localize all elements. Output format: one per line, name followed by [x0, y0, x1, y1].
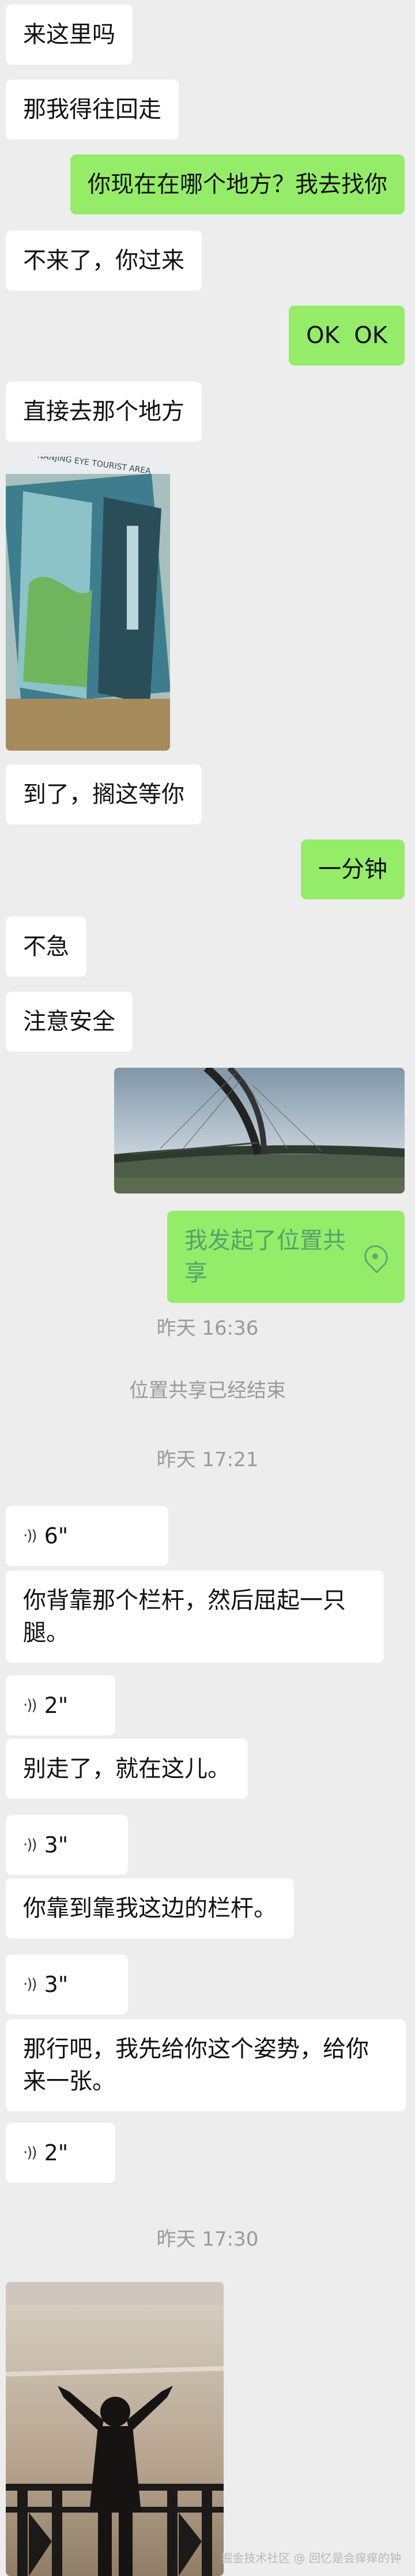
voice-duration: 2"	[44, 2140, 69, 2166]
incoming-message[interactable]: 直接去那个地方	[6, 382, 202, 442]
incoming-message[interactable]: 来这里吗	[6, 5, 133, 65]
incoming-message[interactable]: 注意安全	[6, 992, 133, 1052]
location-share-text: 我发起了位置共享	[184, 1227, 346, 1286]
voice-message[interactable]: ·)) 3"	[6, 1815, 128, 1875]
message-text: 不急	[23, 933, 69, 960]
voice-wave-icon: ·))	[23, 1976, 37, 1993]
photo-message[interactable]	[114, 1068, 405, 1193]
photo-map-sign	[6, 457, 170, 751]
outgoing-message[interactable]: OK OK	[289, 306, 405, 366]
message-text: 注意安全	[23, 1008, 115, 1035]
message-text: 你现在在哪个地方？我去找你	[88, 171, 387, 198]
voice-wave-icon: ·))	[23, 1697, 37, 1714]
location-pin-icon	[359, 1240, 393, 1274]
photo-silhouette	[6, 2282, 224, 2576]
message-text: 到了，搁这等你	[23, 781, 184, 808]
voice-wave-icon: ·))	[23, 1527, 37, 1545]
voice-wave-icon: ·))	[23, 1836, 37, 1854]
incoming-message[interactable]: 不急	[6, 917, 86, 977]
timestamp: 昨天 17:21	[156, 1448, 259, 1471]
incoming-message[interactable]: 那我得往回走	[6, 80, 179, 140]
system-notice: 位置共享已经结束	[129, 1379, 286, 1402]
incoming-message[interactable]: 别走了，就在这儿。	[6, 1739, 248, 1799]
incoming-message[interactable]: 那行吧，我先给你这个姿势，给你来一张。	[6, 2019, 406, 2111]
outgoing-message[interactable]: 你现在在哪个地方？我去找你	[70, 155, 405, 214]
incoming-message[interactable]: 你背靠那个栏杆，然后屈起一只腿。	[6, 1571, 384, 1663]
incoming-message[interactable]: 到了，搁这等你	[6, 764, 202, 824]
voice-wave-icon: ·))	[23, 2144, 37, 2161]
incoming-message[interactable]: 你靠到靠我这边的栏杆。	[6, 1878, 294, 1938]
timestamp: 昨天 17:30	[156, 2228, 259, 2251]
message-text: 那我得往回走	[23, 96, 161, 123]
message-text: 那行吧，我先给你这个姿势，给你来一张。	[23, 2036, 369, 2095]
watermark: 掘金技术社区 @ 回忆是会痒痒的钟	[221, 2551, 401, 2565]
location-share-message[interactable]: 我发起了位置共享	[167, 1211, 405, 1303]
voice-message[interactable]: ·)) 6"	[6, 1506, 168, 1566]
message-text: 你靠到靠我这边的栏杆。	[23, 1895, 277, 1922]
message-text: 直接去那个地方	[23, 398, 184, 425]
voice-duration: 3"	[44, 1972, 69, 1997]
voice-duration: 6"	[44, 1523, 69, 1549]
message-text: 来这里吗	[23, 21, 115, 48]
message-text: OK OK	[306, 322, 387, 349]
message-text: 别走了，就在这儿。	[23, 1756, 231, 1782]
outgoing-message[interactable]: 一分钟	[301, 839, 405, 899]
photo-bridge	[114, 1068, 405, 1193]
voice-duration: 2"	[44, 1693, 69, 1718]
message-text: 一分钟	[318, 856, 387, 883]
voice-duration: 3"	[44, 1832, 69, 1858]
voice-message[interactable]: ·)) 3"	[6, 1954, 128, 2014]
photo-message[interactable]	[6, 2282, 224, 2576]
message-text: 你背靠那个栏杆，然后屈起一只腿。	[23, 1587, 346, 1646]
voice-message[interactable]: ·)) 2"	[6, 2123, 115, 2183]
photo-message[interactable]: NANJING EYE TOURIST AREA	[6, 457, 170, 751]
voice-message[interactable]: ·)) 2"	[6, 1675, 115, 1735]
incoming-message[interactable]: 不来了，你过来	[6, 231, 202, 291]
timestamp: 昨天 16:36	[156, 1317, 259, 1340]
message-text: 不来了，你过来	[23, 247, 184, 274]
